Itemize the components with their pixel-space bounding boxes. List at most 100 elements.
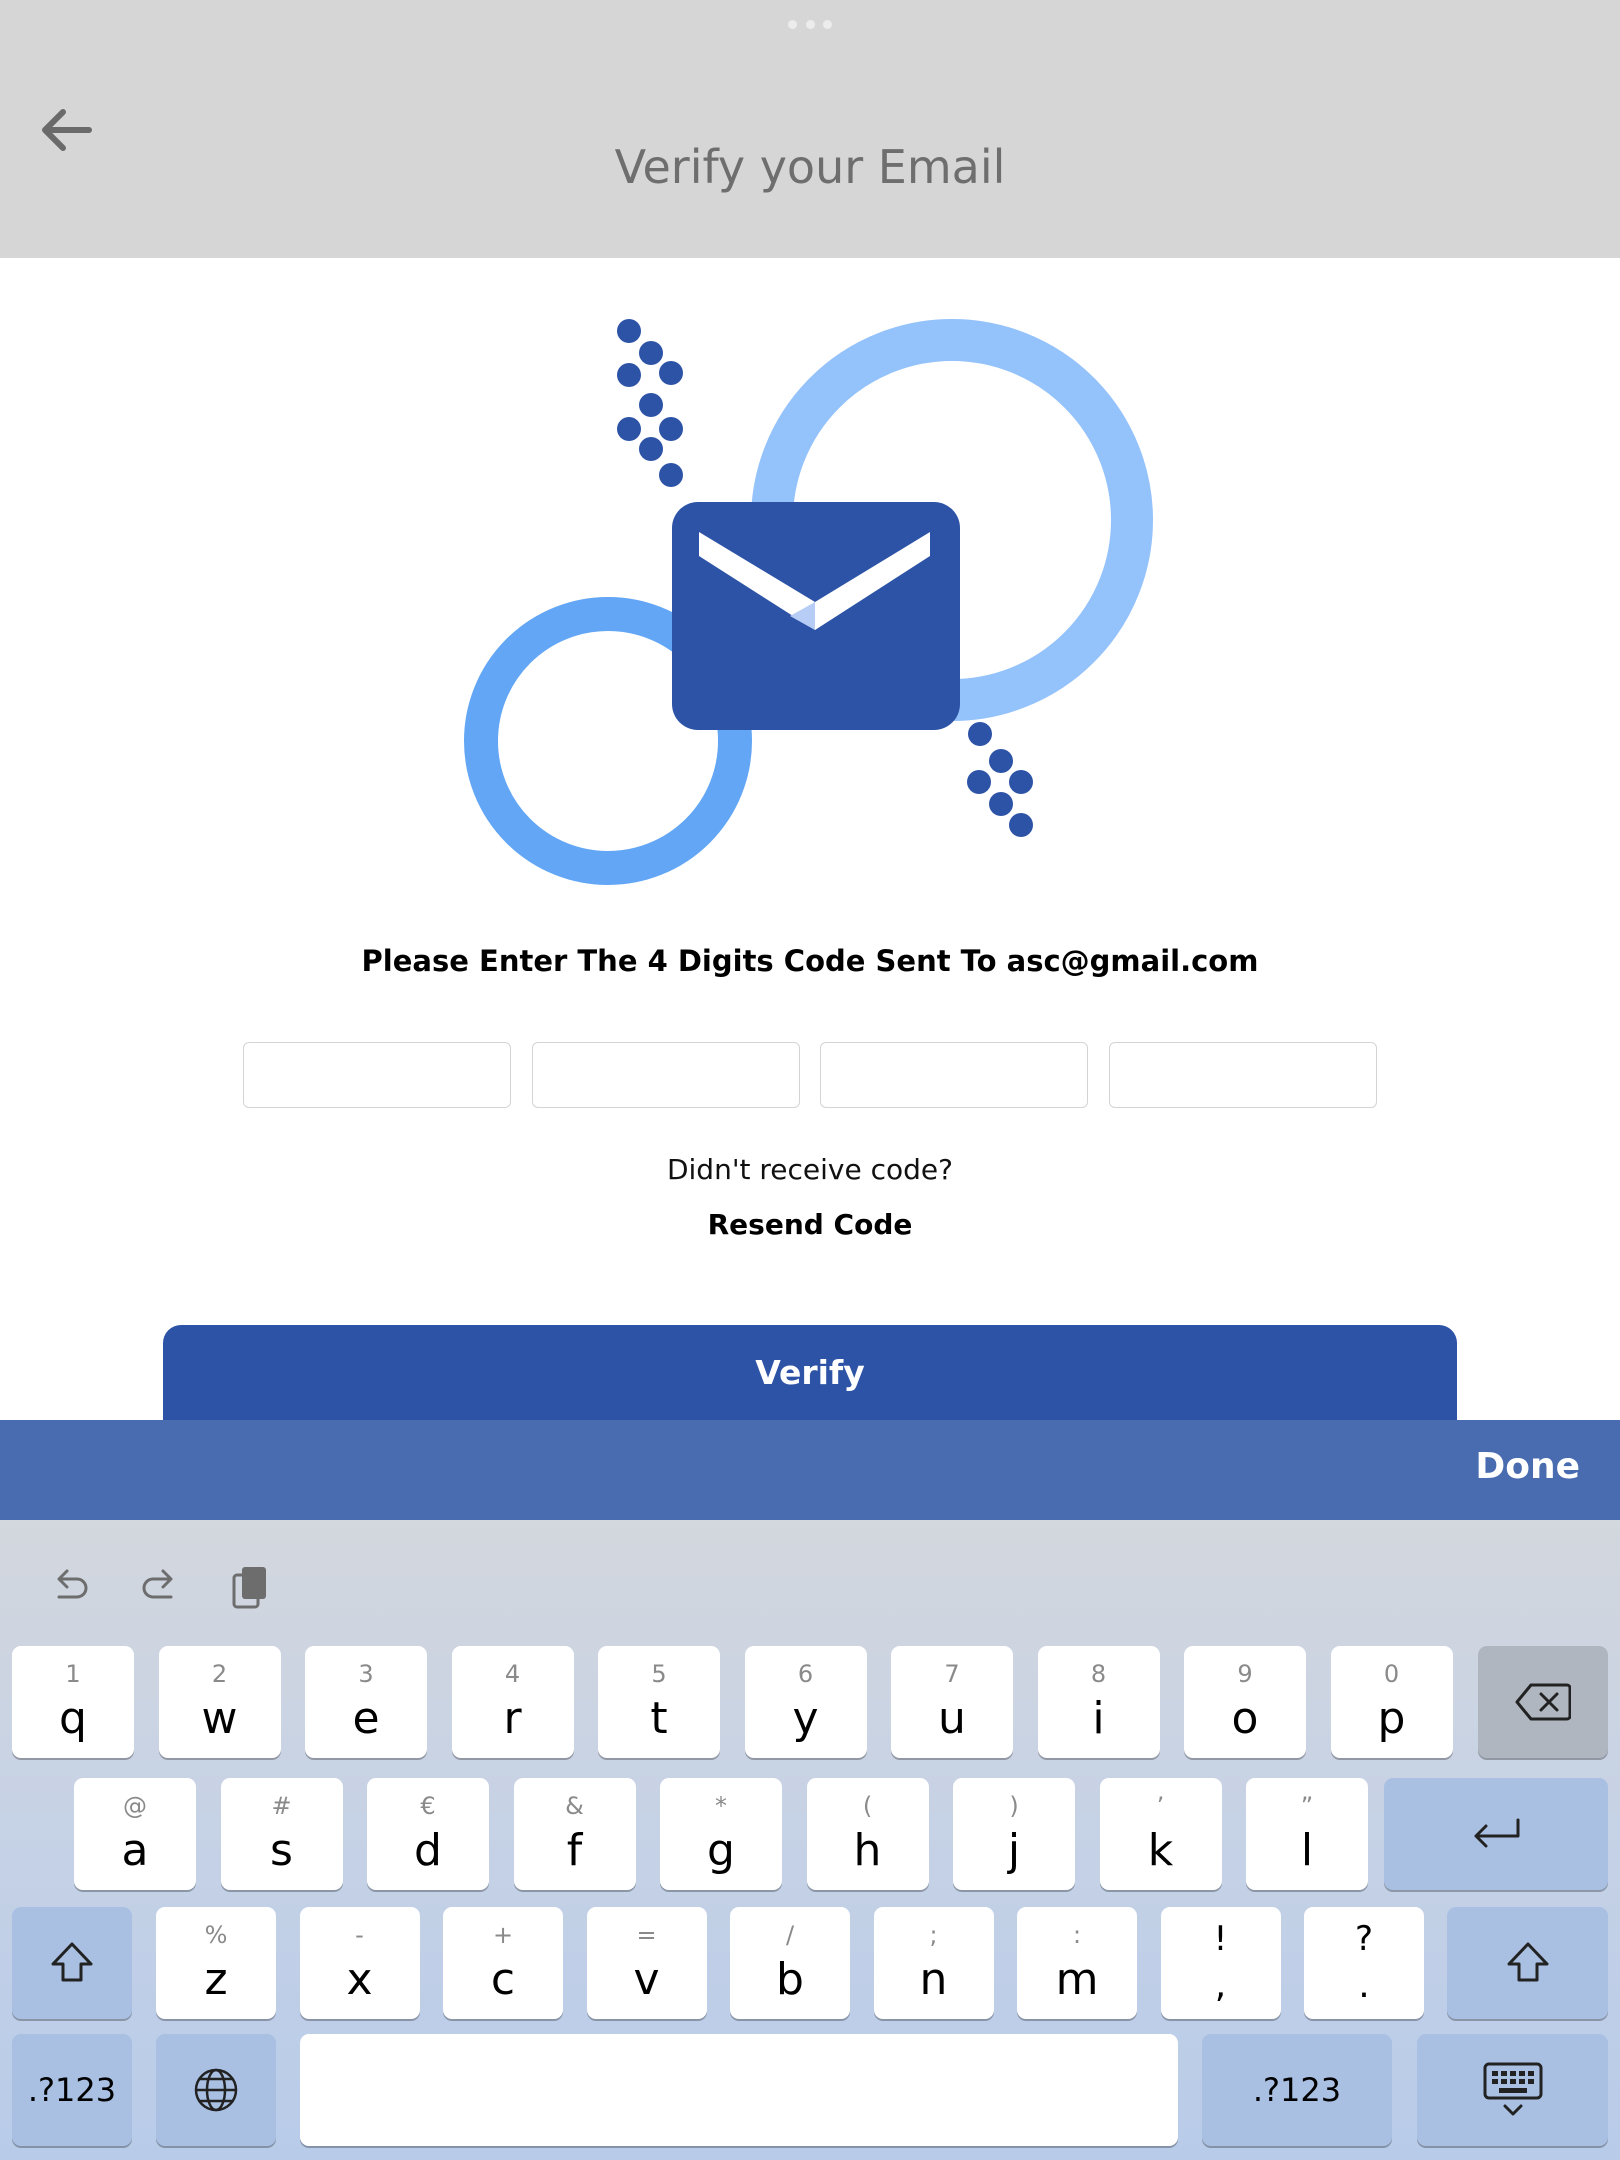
space-bar[interactable] [300, 2034, 1178, 2146]
key-label: .?123 [27, 2071, 117, 2109]
key-primary-label: x [346, 1954, 373, 2005]
key-primary-label: g [707, 1825, 735, 1876]
shift-key-left[interactable] [12, 1907, 132, 2019]
key-primary-label: n [919, 1954, 948, 2005]
key-g[interactable]: * g [660, 1778, 782, 1890]
hide-keyboard-key[interactable] [1417, 2034, 1608, 2146]
key-primary-label: w [201, 1693, 238, 1744]
key-c[interactable]: + c [443, 1907, 563, 2019]
key-primary-label: v [633, 1954, 660, 2005]
code-digit-3[interactable] [820, 1042, 1088, 1108]
code-digit-4[interactable] [1109, 1042, 1377, 1108]
key-secondary-label: : [1072, 1921, 1082, 1949]
key-primary-label: o [1231, 1693, 1259, 1744]
key-f[interactable]: & f [513, 1778, 636, 1890]
key-primary-label: u [938, 1693, 966, 1744]
backspace-key[interactable] [1478, 1646, 1608, 1758]
shift-icon [1447, 1907, 1608, 2019]
shift-icon [12, 1907, 132, 2019]
key-a[interactable]: @ a [74, 1778, 196, 1890]
key-primary-label: m [1055, 1954, 1099, 2005]
key-secondary-label: 3 [358, 1660, 374, 1688]
key-secondary-label: ( [862, 1792, 873, 1820]
key-secondary-label: + [492, 1921, 514, 1949]
key-secondary-label: 5 [651, 1660, 667, 1688]
key-,[interactable]: !, [1160, 1907, 1281, 2019]
key-m[interactable]: :m [1017, 1907, 1137, 2019]
key-e[interactable]: 3e [305, 1646, 427, 1758]
key-y[interactable]: 6y [744, 1646, 867, 1758]
resend-code-link[interactable]: Resend Code [660, 1208, 960, 1241]
return-key[interactable] [1384, 1778, 1608, 1890]
key-k[interactable]: ’ k [1099, 1778, 1222, 1890]
key-h[interactable]: (h [806, 1778, 929, 1890]
header-bar: Verify your Email [0, 0, 1620, 258]
key-p[interactable]: 0p [1330, 1646, 1453, 1758]
key-x[interactable]: -x [299, 1907, 420, 2019]
redo-icon[interactable] [130, 1558, 190, 1618]
key-secondary-label: = [636, 1921, 657, 1949]
verify-email-screen: Verify your Email Please Enter The 4 Dig… [0, 0, 1620, 2160]
key-secondary-label: # [271, 1792, 292, 1820]
key-w[interactable]: 2w [158, 1646, 281, 1758]
email-illustration [464, 319, 1153, 885]
page-title: Verify your Email [614, 140, 1006, 194]
key-.[interactable]: ?. [1304, 1907, 1424, 2019]
key-secondary-label: 6 [797, 1660, 814, 1688]
backspace-icon [1478, 1646, 1608, 1758]
key-d[interactable]: € d [367, 1778, 489, 1890]
key-secondary-label: ; [929, 1921, 938, 1949]
key-secondary-label: 2 [211, 1660, 228, 1688]
window-grabber[interactable] [788, 20, 832, 32]
key-secondary-label: 9 [1237, 1660, 1253, 1688]
key-primary-label: r [503, 1693, 522, 1744]
key-secondary-label: - [355, 1921, 364, 1949]
shift-key-right[interactable] [1447, 1907, 1608, 2019]
keyboard-accessory-bar: Done [0, 1420, 1620, 1520]
key-t[interactable]: 5t [598, 1646, 720, 1758]
numbers-key-left[interactable]: .?123 [12, 2034, 132, 2146]
key-primary-label: a [121, 1825, 149, 1876]
key-secondary-label: 8 [1090, 1660, 1107, 1688]
key-l[interactable]: ” l [1246, 1778, 1368, 1890]
key-o[interactable]: 9o [1184, 1646, 1306, 1758]
key-z[interactable]: % z [156, 1907, 276, 2019]
key-s[interactable]: # s [220, 1778, 343, 1890]
keyboard-dismiss-icon [1417, 2034, 1608, 2146]
key-r[interactable]: 4r [451, 1646, 574, 1758]
key-primary-label: . [1358, 1965, 1370, 2006]
code-digit-2[interactable] [532, 1042, 800, 1108]
key-u[interactable]: 7u [891, 1646, 1013, 1758]
key-secondary-label: ! [1213, 1919, 1228, 1959]
key-primary-label: k [1147, 1825, 1174, 1876]
done-button[interactable]: Done [1475, 1446, 1580, 1487]
key-n[interactable]: ; n [873, 1907, 994, 2019]
clipboard-icon[interactable] [220, 1558, 280, 1618]
numbers-key-right[interactable]: .?123 [1202, 2034, 1392, 2146]
key-primary-label: j [1007, 1825, 1021, 1876]
verify-button[interactable]: Verify [163, 1325, 1457, 1435]
key-primary-label: p [1377, 1693, 1406, 1744]
key-v[interactable]: = v [586, 1907, 707, 2019]
code-digit-1[interactable] [243, 1042, 511, 1108]
key-primary-label: f [566, 1825, 583, 1876]
key-primary-label: d [414, 1825, 442, 1876]
key-b[interactable]: / b [730, 1907, 850, 2019]
key-primary-label: , [1214, 1965, 1227, 2006]
key-primary-label: s [270, 1825, 293, 1876]
key-secondary-label: 0 [1383, 1660, 1400, 1688]
globe-key[interactable] [156, 2034, 276, 2146]
undo-icon[interactable] [40, 1558, 100, 1618]
key-j[interactable]: ) j [953, 1778, 1075, 1890]
key-primary-label: l [1300, 1825, 1314, 1876]
key-primary-label: e [352, 1693, 380, 1744]
key-secondary-label: 7 [944, 1660, 960, 1688]
key-i[interactable]: 8i [1037, 1646, 1160, 1758]
return-icon [1384, 1778, 1608, 1890]
key-q[interactable]: 1q [12, 1646, 134, 1758]
key-secondary-label: * [715, 1792, 727, 1820]
key-secondary-label: 4 [504, 1660, 521, 1688]
key-primary-label: y [792, 1693, 819, 1744]
key-secondary-label: 1 [65, 1660, 81, 1688]
key-secondary-label: & [565, 1792, 584, 1820]
